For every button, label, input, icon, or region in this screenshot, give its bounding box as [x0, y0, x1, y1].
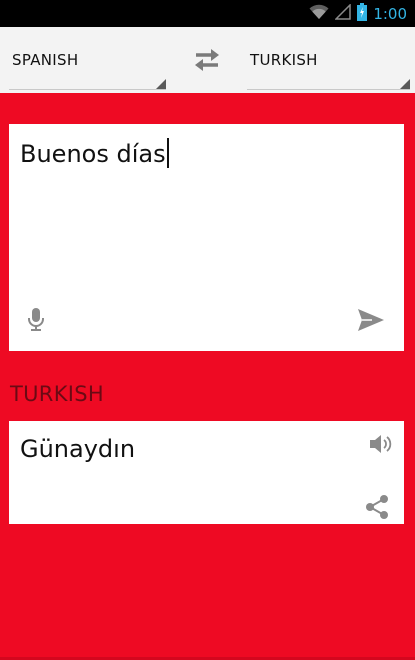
translated-text: Günaydın — [20, 435, 136, 463]
battery-icon — [357, 3, 368, 25]
spinner-corner-icon — [156, 79, 166, 89]
send-icon — [358, 309, 384, 331]
target-language-spinner[interactable]: TURKISH — [247, 43, 410, 90]
input-text-value: Buenos días — [20, 140, 166, 168]
status-icons: 1:00 — [309, 3, 407, 25]
source-language-spinner[interactable]: SPANISH — [9, 43, 166, 90]
input-text-field[interactable]: Buenos días — [20, 138, 169, 168]
speak-button[interactable] — [369, 433, 393, 455]
text-cursor — [166, 138, 169, 168]
signal-icon — [334, 3, 352, 24]
language-bar: SPANISH TURKISH — [0, 27, 415, 93]
translate-send-button[interactable] — [356, 307, 386, 333]
share-button[interactable] — [364, 494, 390, 520]
translator-screen: 1:00 SPANISH TURKISH Buenos días TURKISH… — [0, 0, 415, 660]
speaker-icon — [370, 435, 392, 453]
microphone-button[interactable] — [26, 307, 46, 333]
share-icon — [366, 495, 388, 519]
source-language-label: SPANISH — [12, 51, 79, 69]
output-card: Günaydın — [9, 421, 404, 524]
swap-arrows-icon — [195, 49, 219, 71]
status-bar: 1:00 — [0, 0, 415, 27]
wifi-icon — [309, 4, 329, 24]
output-language-label: TURKISH — [10, 382, 104, 406]
spinner-corner-icon — [400, 79, 410, 89]
target-language-label: TURKISH — [250, 51, 318, 69]
status-time: 1:00 — [373, 5, 407, 23]
microphone-icon — [28, 308, 44, 331]
input-card[interactable]: Buenos días — [9, 124, 404, 351]
swap-languages-button[interactable] — [190, 47, 224, 73]
